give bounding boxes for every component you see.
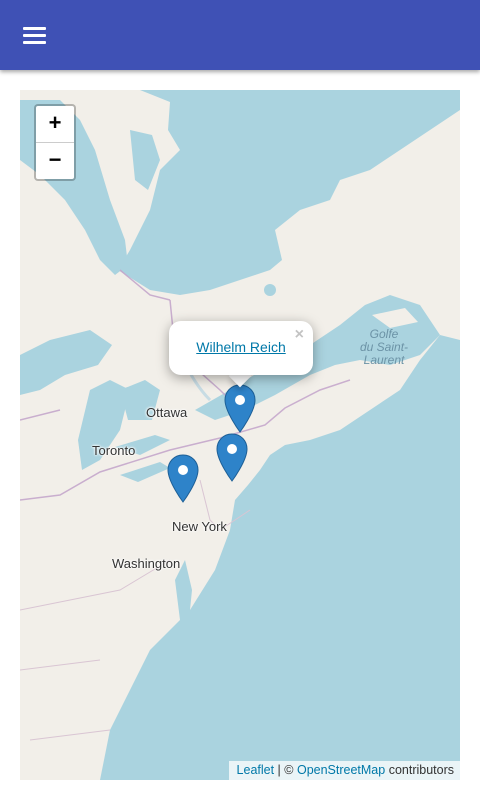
map-marker-icon[interactable] — [167, 454, 199, 504]
marker-popup: × Wilhelm Reich — [169, 321, 313, 375]
app-bar — [0, 0, 480, 70]
city-label-ottawa: Ottawa — [146, 405, 188, 420]
gulf-label-line3: Laurent — [363, 353, 405, 367]
openstreetmap-link[interactable]: OpenStreetMap — [297, 763, 385, 777]
attribution-suffix: contributors — [385, 763, 454, 777]
water-label-gulf: Golfe du Saint- Laurent — [360, 328, 408, 367]
hamburger-menu-icon[interactable] — [14, 20, 56, 50]
city-label-toronto: Toronto — [92, 443, 136, 458]
city-label-new-york: New York — [172, 519, 227, 534]
map-marker-icon[interactable] — [224, 384, 256, 434]
map-attribution: Leaflet | © OpenStreetMap contributors — [228, 761, 460, 780]
leaflet-link[interactable]: Leaflet — [237, 763, 275, 777]
zoom-control: + − — [34, 104, 76, 181]
zoom-out-button[interactable]: − — [36, 142, 74, 179]
map-marker-icon[interactable] — [216, 433, 248, 483]
map-view[interactable]: Ottawa Toronto New York Washington Golfe… — [20, 90, 460, 780]
popup-link[interactable]: Wilhelm Reich — [169, 339, 313, 355]
zoom-in-button[interactable]: + — [36, 106, 74, 142]
attribution-separator: | © — [274, 763, 297, 777]
gulf-label-line1: Golfe — [369, 327, 399, 341]
gulf-label-line2: du Saint- — [360, 340, 409, 354]
city-label-washington: Washington — [112, 556, 181, 571]
